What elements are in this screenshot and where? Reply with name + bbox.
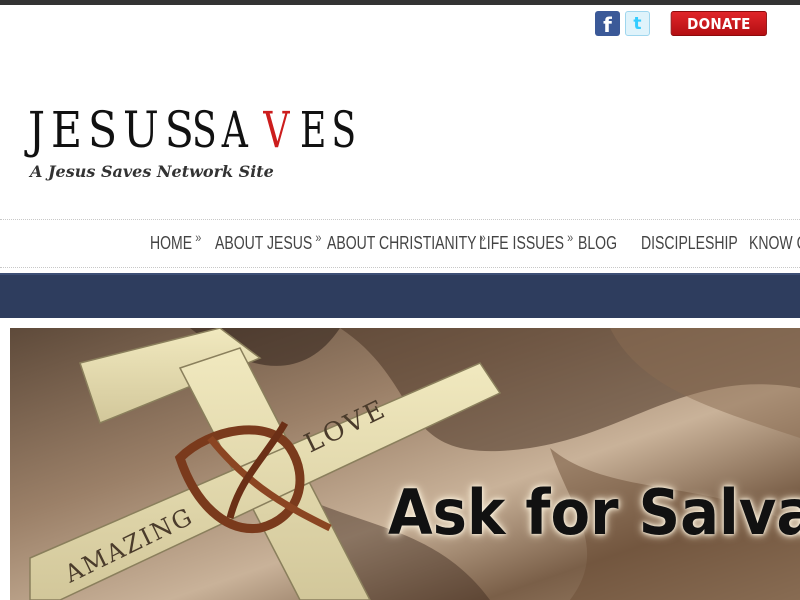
site-tagline: A Jesus Saves Network Site <box>30 162 274 181</box>
banner-title: Ask for Salvat <box>388 476 800 549</box>
nav-item-blog[interactable]: BLOG <box>578 233 617 254</box>
nav-slot: KNOW GO <box>749 220 800 267</box>
nav-item-about-jesus[interactable]: ABOUT JESUS» <box>215 229 321 254</box>
nav-slot: DISCIPLESHIP <box>641 220 749 267</box>
nav-slot: LIFE ISSUES» <box>479 220 578 267</box>
hero-banner[interactable]: LOVE AMAZING Ask for Salvat <box>10 328 800 600</box>
nav-item-label: KNOW GO <box>749 233 800 253</box>
facebook-icon[interactable]: f <box>595 11 620 37</box>
submenu-arrow-icon: » <box>567 229 574 245</box>
logo-word-jesus: JESUS <box>28 101 200 159</box>
nav-item-label: ABOUT CHRISTIANITY <box>327 233 477 253</box>
nav-slot: BLOG <box>578 220 641 267</box>
nav-item-home[interactable]: HOME» <box>150 229 201 254</box>
nav-list: HOME» ABOUT JESUS» ABOUT CHRISTIANITY» LIFE… <box>150 220 800 267</box>
main-navigation: HOME» ABOUT JESUS» ABOUT CHRISTIANITY» LIFE… <box>0 219 800 268</box>
secondary-nav-bar <box>0 273 800 318</box>
logo-cross-letter: V <box>263 101 296 159</box>
submenu-arrow-icon: » <box>195 229 202 245</box>
top-bar <box>0 0 800 5</box>
twitter-icon[interactable]: t <box>625 11 650 36</box>
nav-item-label: BLOG <box>578 233 618 253</box>
social-links: f t DONATE <box>595 11 767 37</box>
nav-item-label: LIFE ISSUES <box>479 233 565 253</box>
nav-slot: HOME» <box>150 220 215 267</box>
nav-item-life-issues[interactable]: LIFE ISSUES» <box>479 229 573 254</box>
logo-word-saves: SA V ES <box>192 105 372 155</box>
nav-item-label: HOME <box>150 233 193 253</box>
nav-item-know-go[interactable]: KNOW GO <box>749 233 800 254</box>
site-logo[interactable]: JESUS SA V ES <box>28 80 404 155</box>
nav-item-about-christianity[interactable]: ABOUT CHRISTIANITY» <box>327 229 486 254</box>
nav-item-label: ABOUT JESUS <box>215 233 313 253</box>
donate-button[interactable]: DONATE <box>670 11 767 36</box>
nav-item-label: DISCIPLESHIP <box>641 233 738 253</box>
logo-saves-start: SA <box>192 101 254 159</box>
submenu-arrow-icon: » <box>315 229 322 245</box>
logo-saves-end: ES <box>300 101 362 159</box>
banner-artwork: LOVE AMAZING <box>10 328 800 600</box>
nav-item-discipleship[interactable]: DISCIPLESHIP <box>641 233 738 254</box>
nav-slot: ABOUT CHRISTIANITY» <box>327 220 486 267</box>
nav-slot: ABOUT JESUS» <box>215 220 327 267</box>
